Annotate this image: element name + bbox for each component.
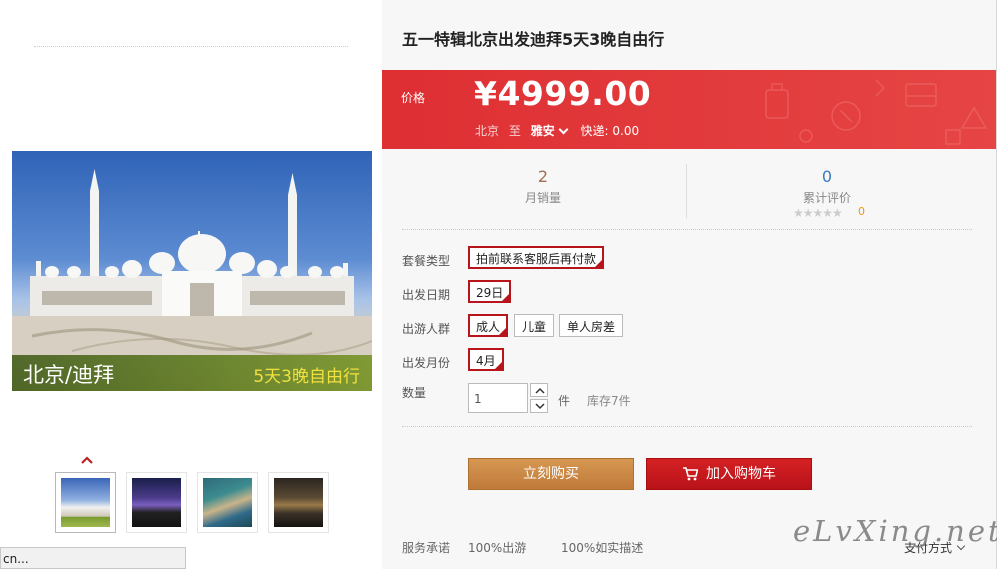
- reviews-count: 0: [821, 167, 833, 186]
- destination-label: 雅安: [530, 124, 555, 138]
- divider: [686, 164, 687, 218]
- quantity-input[interactable]: 1: [468, 383, 528, 413]
- divider: [402, 426, 972, 427]
- quantity-decrease-button[interactable]: [530, 399, 548, 413]
- sales-count: 2: [537, 167, 549, 186]
- option-traveler-2[interactable]: 单人房差: [559, 314, 624, 337]
- option-month-0[interactable]: 4月: [468, 348, 504, 371]
- star-rating-icon: ★★★★★: [793, 206, 843, 220]
- price-label: 价格: [401, 91, 426, 105]
- package-label: 套餐类型: [402, 254, 451, 268]
- add-to-cart-button[interactable]: 加入购物车: [646, 458, 812, 490]
- caption-route: 北京/迪拜: [23, 363, 115, 387]
- quantity-unit: 件: [558, 394, 571, 408]
- month-label: 出发月份: [402, 356, 451, 370]
- product-title: 五一特辑北京出发迪拜5天3晚自由行: [402, 30, 665, 49]
- reviews-stat[interactable]: 0 累计评价: [777, 167, 877, 206]
- thumbnail-1[interactable]: [55, 472, 116, 533]
- destination-select[interactable]: 雅安: [531, 124, 569, 138]
- main-product-image[interactable]: 北京/迪拜 5天3晚自由行: [12, 151, 372, 391]
- chevron-down-icon: [558, 124, 569, 135]
- option-package-0[interactable]: 拍前联系客服后再付款: [468, 246, 605, 269]
- traveler-label: 出游人群: [402, 322, 451, 336]
- divider: [402, 229, 972, 230]
- option-date-0[interactable]: 29日: [468, 280, 512, 303]
- chevron-up-icon[interactable]: [80, 452, 94, 466]
- ship-origin: 北京: [475, 124, 500, 138]
- watermark-logo: eLvXing.net: [793, 514, 997, 548]
- product-page: 北京/迪拜 5天3晚自由行 cn... 五一特辑北京出发迪拜5天3晚自由行 价格…: [0, 0, 997, 569]
- add-to-cart-label: 加入购物车: [706, 466, 776, 482]
- service-item: 100%如实描述: [561, 541, 644, 555]
- reviews-label: 累计评价: [802, 191, 851, 205]
- price-banner: 价格 ¥4999.00 北京 至 雅安 快递: 0.00: [382, 70, 996, 149]
- image-caption-bar: 北京/迪拜 5天3晚自由行: [12, 355, 372, 391]
- sales-stat: 2 月销量: [493, 167, 593, 206]
- divider: [34, 46, 348, 47]
- chevron-down-icon: [535, 403, 545, 410]
- ship-to: 至: [508, 124, 521, 138]
- service-item: 100%出游: [468, 541, 527, 555]
- quantity-increase-button[interactable]: [530, 383, 548, 397]
- shipping-fee: 快递: 0.00: [580, 124, 640, 138]
- gallery-panel: 北京/迪拜 5天3晚自由行 cn...: [0, 0, 382, 569]
- stock-count: 库存7件: [587, 394, 631, 408]
- thumbnail-4[interactable]: [268, 472, 329, 533]
- chevron-up-icon: [535, 387, 545, 394]
- rating-value: 0: [858, 205, 865, 218]
- detail-panel: 五一特辑北京出发迪拜5天3晚自由行 价格 ¥4999.00 北京 至 雅安 快递…: [382, 0, 997, 569]
- service-label: 服务承诺: [402, 541, 451, 555]
- caption-duration: 5天3晚自由行: [253, 367, 360, 387]
- shipping-row: 北京 至 雅安 快递: 0.00: [475, 122, 639, 139]
- buy-now-button[interactable]: 立刻购买: [468, 458, 634, 490]
- price-value: ¥4999.00: [474, 74, 652, 113]
- thumbnail-3[interactable]: [197, 472, 258, 533]
- quantity-label: 数量: [402, 386, 427, 400]
- decor-pattern: [765, 79, 988, 145]
- option-traveler-0[interactable]: 成人: [468, 314, 509, 337]
- cart-icon: [683, 467, 699, 481]
- option-traveler-1[interactable]: 儿童: [514, 314, 555, 337]
- sales-label: 月销量: [524, 191, 561, 205]
- browser-status-bar: cn...: [0, 547, 186, 569]
- date-label: 出发日期: [402, 288, 451, 302]
- thumbnail-2[interactable]: [126, 472, 187, 533]
